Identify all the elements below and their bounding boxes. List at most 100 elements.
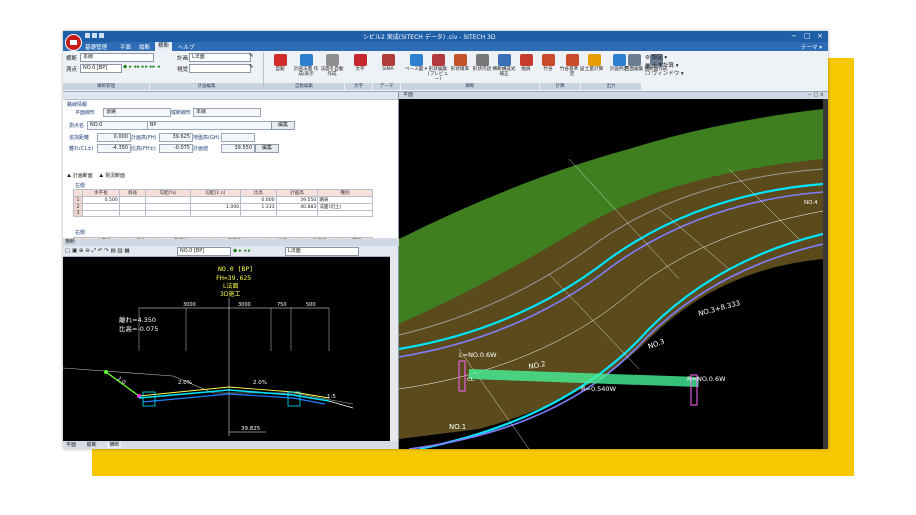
tab-cross-view[interactable]: 横断: [107, 442, 122, 448]
add-dist-field[interactable]: 0.000: [97, 133, 131, 142]
plan-value-field[interactable]: 39.550: [221, 144, 255, 153]
offset-field[interactable]: -4.350: [97, 144, 131, 153]
menu-plan[interactable]: 平面: [120, 43, 131, 51]
table-cell[interactable]: [118, 203, 147, 211]
ribbon-tool-icon: [627, 54, 641, 66]
left-side-title: 左側: [75, 183, 86, 189]
table-cell[interactable]: [82, 203, 120, 211]
table-row[interactable]: 3: [73, 210, 373, 217]
cross-view-caption: 横断: [63, 239, 400, 246]
cross-station-select[interactable]: NO.0 [BP]: [177, 247, 231, 256]
ribbon-button-2[interactable]: 法面を自動 作成: [319, 53, 345, 83]
ribbon-button-13[interactable]: 土量計算: [581, 53, 607, 83]
profile-route-field[interactable]: 本線: [193, 108, 261, 117]
settings-menu[interactable]: ⚙ 設定 ▾: [645, 53, 684, 61]
table-row[interactable]: 2 1.000 1.333 40.883 法面(切土): [73, 203, 373, 211]
theme-menu[interactable]: テーマ ▾: [801, 43, 822, 51]
slope-2pct-left: 2.0%: [178, 380, 192, 386]
quick-access-toolbar[interactable]: [85, 33, 115, 40]
table-cell[interactable]: [82, 210, 120, 217]
table-row[interactable]: 1 0.500 0.000 39.550 路肩: [73, 196, 373, 204]
ribbon-button-1[interactable]: 計画法面 作成/表示: [293, 53, 319, 83]
left-side-table[interactable]: 水平長 斜長 勾配(%) 勾配(1:n) 比高 計画高 種別 1 0.500 0.000 39.55…: [73, 189, 373, 217]
ground-elev-label: 地盤高(GH): [193, 135, 220, 141]
tab-plan-view[interactable]: 平面: [66, 442, 76, 448]
ribbon-button-label: 計画法面 作成/表示: [293, 67, 319, 77]
ribbon-button-0[interactable]: 自動: [267, 53, 293, 83]
table-cell[interactable]: 39.550: [275, 196, 319, 204]
station-name-label: 測点名: [69, 123, 85, 129]
table-cell[interactable]: [189, 210, 242, 217]
minimize-button[interactable]: −: [791, 32, 797, 40]
group-label-6: 計算: [540, 83, 580, 90]
menu-help[interactable]: ヘルプ: [178, 43, 195, 51]
ribbon-tool-icon: [273, 54, 287, 66]
table-cell[interactable]: 1.000: [189, 203, 242, 211]
table-cell[interactable]: [275, 210, 319, 217]
table-header: 勾配(1:n): [189, 189, 242, 197]
row-index: 1: [73, 196, 83, 204]
edit-station-button[interactable]: 編集: [271, 121, 295, 130]
pen-icon-2[interactable]: ✎: [249, 64, 254, 70]
table-cell[interactable]: 法面(切土): [317, 203, 373, 211]
menu-basic[interactable]: 基礎管理: [85, 43, 107, 51]
kind-select[interactable]: 本線: [80, 53, 154, 62]
table-cell[interactable]: [240, 210, 277, 217]
cross-kind-text: 3D施工: [220, 290, 240, 298]
table-cell[interactable]: [317, 210, 373, 217]
menu-profile[interactable]: 縦断: [139, 43, 150, 51]
left-width-label: L=NO.0.6W: [459, 351, 497, 359]
cross-nav-arrows[interactable]: ◆ ▸ ◂ ▸: [233, 248, 251, 254]
station-label-no1: NO.1: [449, 423, 466, 431]
cross-section-view[interactable]: 横断 ▢ ▣ ⊕ ⊖ ⤢ ↶ ↷ ▤ ▥ ▦ NO.0 [BP] ◆ ▸ ◂ ▸…: [63, 239, 400, 449]
section-icon: ⛰: [67, 173, 72, 179]
ribbon-button-11[interactable]: 竹谷: [535, 53, 561, 83]
table-cell[interactable]: 0.000: [240, 196, 277, 204]
table-cell[interactable]: [189, 196, 242, 204]
plan-3d-view[interactable]: 平面 − □ × NO.3+8.333 NO.3 NO.2 NO.1 L=NO.…: [399, 92, 828, 449]
tab-ground-section[interactable]: ⛰ 現況断面: [99, 173, 125, 179]
table-cell[interactable]: [118, 196, 147, 204]
view-select[interactable]: [189, 64, 251, 73]
cross-plan-select[interactable]: L法面: [285, 247, 359, 256]
ribbon-tool-icon: [409, 54, 423, 66]
table-cell[interactable]: 1.333: [240, 203, 277, 211]
table-cell[interactable]: [145, 203, 191, 211]
plan-elev-field[interactable]: 39.625: [159, 133, 193, 142]
plan-view-caption: 平面: [399, 92, 828, 99]
ratio-field[interactable]: -0.075: [159, 144, 193, 153]
pen-icon[interactable]: ✎: [249, 53, 254, 59]
civil-calc-menu[interactable]: ▦ 土木計算 ▾: [645, 61, 684, 69]
station-name-field[interactable]: NO.0: [87, 121, 151, 130]
tab-profile-view[interactable]: 縦断: [87, 442, 97, 448]
ribbon-tool-icon: [325, 54, 339, 66]
ribbon-button-3[interactable]: 文字: [347, 53, 373, 83]
ground-elev-field[interactable]: [221, 133, 255, 142]
table-cell[interactable]: 40.883: [275, 203, 319, 211]
table-cell[interactable]: 0.500: [82, 196, 120, 204]
maximize-button[interactable]: □: [804, 32, 811, 40]
tab-plan-section[interactable]: ⛰ 計画断面: [67, 173, 93, 179]
plan-select[interactable]: L法面: [189, 53, 251, 62]
ribbon-button-4[interactable]: SIMA: [375, 53, 401, 83]
table-cell[interactable]: 路肩: [317, 196, 373, 204]
ratio-text: 比高=-0.075: [119, 324, 158, 333]
view-tools[interactable]: ▢ ▣ ⊕ ⊖ ⤢ ↶ ↷ ▤ ▥ ▦: [65, 248, 130, 255]
station-suffix-field[interactable]: BP: [147, 121, 273, 130]
table-cell[interactable]: [118, 210, 147, 217]
table-cell[interactable]: [145, 196, 191, 204]
close-button[interactable]: ×: [817, 32, 823, 40]
menu-cross[interactable]: 横断: [155, 42, 173, 51]
window-menu[interactable]: ❐ ウィンドウ ▾: [645, 69, 684, 77]
app-window: シビル2 実成(SITECH データ) .civ - SITECH 3D − □…: [63, 31, 828, 449]
nav-arrows[interactable]: ◆ ▸ ◂◂ ◂ ▸ ▸▸ ◂: [123, 64, 160, 70]
app-menu-button[interactable]: [65, 34, 82, 51]
add-dist-label: 追加距離: [69, 135, 90, 141]
table-cell[interactable]: [145, 210, 191, 217]
plan-scrollbar[interactable]: [823, 99, 828, 449]
plan-route-field[interactable]: 道路: [103, 108, 171, 117]
edit-plan-button[interactable]: 編集: [255, 144, 279, 153]
cross-side-toolbar[interactable]: [390, 256, 398, 441]
station-select[interactable]: NO.0 [BP]: [80, 64, 122, 73]
plan-window-controls[interactable]: − □ ×: [808, 92, 824, 98]
